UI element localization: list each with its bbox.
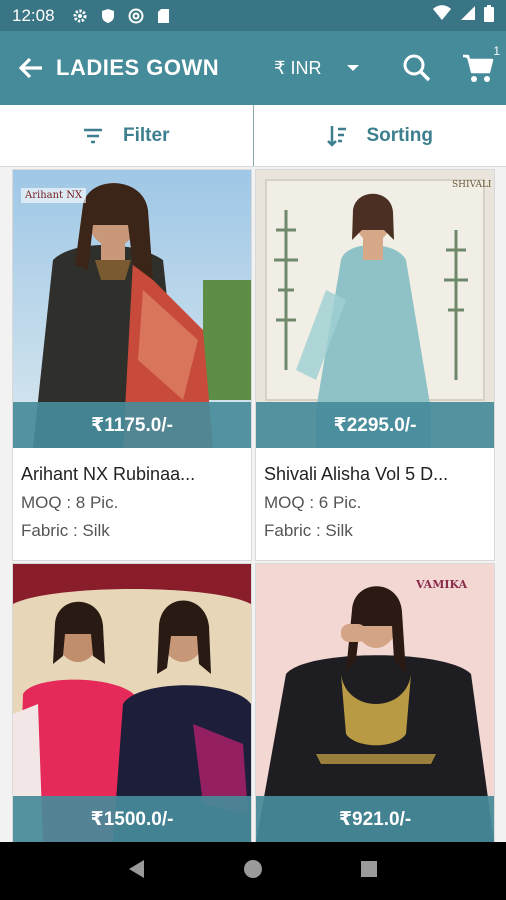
product-card[interactable]: ₹1500.0/- — [12, 563, 252, 842]
product-name: Shivali Alisha Vol 5 D... — [264, 464, 449, 484]
filter-icon — [84, 128, 103, 143]
cart-button[interactable]: 1 — [456, 44, 500, 88]
product-card[interactable]: SHIVALI ₹2295.0/- Shivali Alisha Vol 5 D… — [255, 169, 495, 561]
square-recents-icon — [360, 860, 377, 877]
status-time: 12:08 — [12, 5, 55, 25]
shield-icon — [97, 6, 119, 26]
price-label: ₹2295.0/- — [256, 402, 494, 448]
status-bar: 12:08 — [0, 0, 506, 31]
signal-icon — [460, 5, 476, 26]
gear-icon — [69, 6, 91, 26]
triangle-back-icon — [129, 859, 145, 878]
price-label: ₹1500.0/- — [13, 796, 251, 842]
product-fabric: Fabric : Silk — [21, 521, 110, 540]
app-toolbar: LADIES GOWN ₹ INR 1 — [0, 31, 506, 105]
product-name: Arihant NX Rubinaa... — [21, 464, 196, 484]
product-info: Arihant NX Rubinaa... MOQ : 8 Pic. Fabri… — [13, 448, 251, 549]
sorting-label: Sorting — [366, 124, 434, 146]
filter-label: Filter — [123, 124, 170, 146]
arrow-left-icon — [18, 57, 42, 79]
filter-sort-bar: Filter Sorting — [0, 105, 506, 167]
product-grid: Arihant NX ₹1175.0/- Arihant NX Rubinaa.… — [0, 167, 506, 842]
back-button[interactable] — [6, 43, 56, 93]
nav-back-button[interactable] — [128, 859, 146, 884]
wifi-icon — [432, 5, 452, 26]
product-card[interactable]: VAMIKA ₹921.0/- — [255, 563, 495, 842]
brand-logo: Arihant NX — [21, 188, 87, 203]
page-title: LADIES GOWN — [56, 55, 220, 80]
cart-icon — [463, 54, 494, 82]
product-fabric: Fabric : Silk — [264, 521, 353, 540]
filter-button[interactable]: Filter — [0, 105, 253, 166]
search-icon — [403, 54, 431, 82]
currency-selector[interactable]: ₹ INR — [274, 31, 360, 105]
system-nav-bar — [0, 842, 506, 900]
currency-label: ₹ INR — [274, 57, 322, 78]
at-sign-icon — [125, 6, 147, 26]
product-info: Shivali Alisha Vol 5 D... MOQ : 6 Pic. F… — [256, 448, 494, 549]
price-label: ₹1175.0/- — [13, 402, 251, 448]
price-label: ₹921.0/- — [256, 796, 494, 842]
nav-recents-button[interactable] — [360, 860, 378, 883]
brand-logo: VAMIKA — [416, 578, 468, 591]
nav-home-button[interactable] — [243, 859, 263, 884]
product-moq: MOQ : 6 Pic. — [264, 493, 362, 512]
sd-card-icon — [153, 6, 175, 26]
circle-home-icon — [243, 859, 262, 878]
sort-icon — [326, 125, 346, 147]
dropdown-caret-icon — [347, 65, 360, 71]
battery-icon — [484, 4, 494, 27]
product-card[interactable]: Arihant NX ₹1175.0/- Arihant NX Rubinaa.… — [12, 169, 252, 561]
cart-count-badge: 1 — [493, 44, 500, 58]
product-moq: MOQ : 8 Pic. — [21, 493, 119, 512]
sorting-button[interactable]: Sorting — [254, 105, 506, 166]
search-button[interactable] — [397, 48, 437, 88]
brand-logo: SHIVALI — [452, 180, 492, 190]
